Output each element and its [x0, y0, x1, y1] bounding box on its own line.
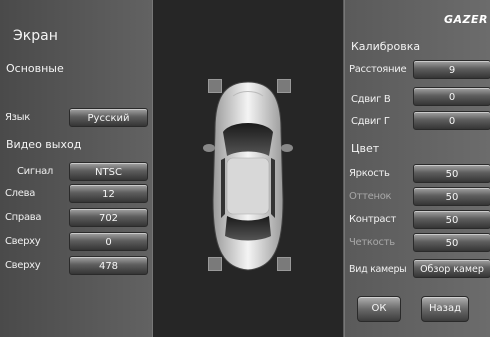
- top-offset-2-value[interactable]: 478: [69, 256, 148, 275]
- sharpness-value[interactable]: 50: [413, 233, 490, 252]
- car-preview-area: [153, 0, 343, 337]
- top-offset-2-label: Сверху: [5, 260, 41, 271]
- contrast-value[interactable]: 50: [413, 210, 490, 229]
- hue-label: Оттенок: [349, 191, 392, 202]
- shift-vertical-label: Сдвиг В: [351, 94, 391, 105]
- main-section-header: Основные: [6, 62, 64, 75]
- camera-view-label: Вид камеры: [349, 264, 407, 275]
- left-offset-value[interactable]: 12: [69, 184, 148, 203]
- calibration-header: Калибровка: [351, 40, 421, 53]
- signal-label: Сигнал: [17, 166, 53, 177]
- brightness-value[interactable]: 50: [413, 164, 490, 183]
- signal-select[interactable]: NTSC: [69, 162, 148, 181]
- top-offset-label: Сверху: [5, 236, 41, 247]
- left-offset-label: Слева: [5, 188, 36, 199]
- brand-logo: GAZER: [444, 13, 489, 26]
- sharpness-label: Четкость: [349, 237, 395, 248]
- car-top-view-icon: [203, 81, 293, 271]
- top-offset-value[interactable]: 0: [69, 232, 148, 251]
- brightness-label: Яркость: [349, 168, 390, 179]
- language-label: Язык: [5, 112, 31, 123]
- video-out-header: Видео выход: [6, 138, 82, 151]
- shift-horizontal-value[interactable]: 0: [413, 111, 490, 130]
- shift-vertical-value[interactable]: 0: [413, 87, 490, 106]
- distance-label: Расстояние: [349, 64, 407, 75]
- color-header: Цвет: [351, 142, 380, 155]
- distance-value[interactable]: 9: [413, 60, 490, 79]
- screen-title: Экран: [13, 28, 58, 44]
- ok-button[interactable]: ОК: [357, 296, 401, 322]
- contrast-label: Контраст: [349, 214, 396, 225]
- language-select[interactable]: Русский: [69, 108, 148, 127]
- camera-view-select[interactable]: Обзор камер: [413, 259, 490, 278]
- left-panel: Экран Основные Язык Русский Видео выход …: [0, 0, 153, 337]
- back-button[interactable]: Назад: [421, 296, 469, 322]
- right-offset-label: Справа: [5, 212, 42, 223]
- hue-value[interactable]: 50: [413, 187, 490, 206]
- shift-horizontal-label: Сдвиг Г: [351, 116, 390, 127]
- right-offset-value[interactable]: 702: [69, 208, 148, 227]
